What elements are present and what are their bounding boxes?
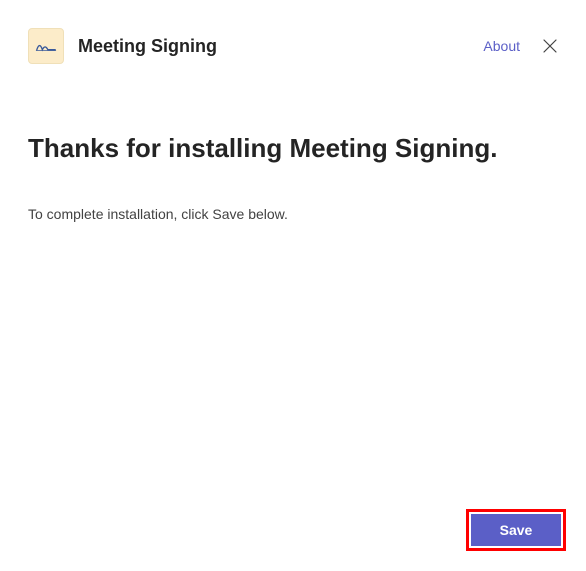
save-button-highlight: Save bbox=[466, 509, 566, 551]
dialog-footer: Save bbox=[466, 509, 566, 551]
save-button[interactable]: Save bbox=[471, 514, 561, 546]
dialog-header: Meeting Signing About bbox=[0, 0, 586, 76]
signature-icon bbox=[35, 39, 57, 53]
page-heading: Thanks for installing Meeting Signing. bbox=[28, 132, 558, 166]
about-link[interactable]: About bbox=[483, 38, 520, 54]
header-actions: About bbox=[483, 38, 558, 54]
dialog-content: Thanks for installing Meeting Signing. T… bbox=[0, 76, 586, 242]
close-button[interactable] bbox=[542, 38, 558, 54]
app-title: Meeting Signing bbox=[78, 36, 469, 57]
close-icon bbox=[543, 39, 557, 53]
app-icon bbox=[28, 28, 64, 64]
instruction-text: To complete installation, click Save bel… bbox=[28, 206, 558, 222]
